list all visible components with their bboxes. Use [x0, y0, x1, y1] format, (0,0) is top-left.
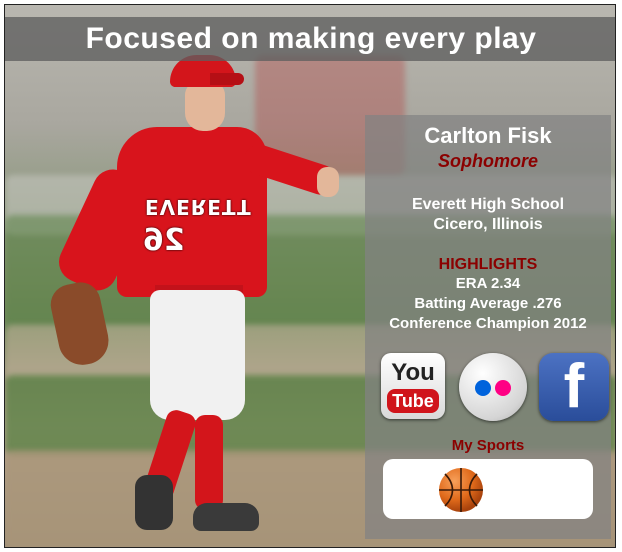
player-sock-right — [195, 415, 223, 510]
sports-list — [383, 459, 593, 519]
headline-text: Focused on making every play — [85, 22, 537, 55]
youtube-you-text: You — [391, 359, 435, 386]
highlight-batting-average: Batting Average .276 — [414, 295, 562, 312]
jersey-lettering: EVERETT — [145, 195, 252, 219]
highlights-heading: HIGHLIGHTS — [438, 256, 538, 273]
facebook-f-glyph: f — [563, 352, 585, 421]
flickr-icon[interactable] — [459, 353, 527, 421]
basketball-icon[interactable] — [437, 466, 485, 514]
headline-banner: Focused on making every play — [5, 17, 615, 61]
player-name: Carlton Fisk — [424, 123, 552, 148]
facebook-icon[interactable]: f — [539, 353, 609, 421]
school-name: Everett High School — [411, 196, 565, 213]
player-shoe-left — [135, 475, 173, 530]
profile-card: EVERETT 26 Focused on making every play … — [4, 4, 616, 548]
flickr-blue-dot — [475, 380, 491, 396]
player-right-hand — [317, 167, 339, 197]
profile-panel: Carlton Fisk Sophomore Everett High Scho… — [365, 115, 611, 539]
player-pants — [150, 290, 245, 420]
my-sports-label: My Sports — [451, 437, 525, 454]
youtube-icon[interactable]: You Tube — [381, 353, 445, 419]
jersey-number: 26 — [143, 223, 185, 258]
player-class-year: Sophomore — [437, 151, 538, 171]
player-face — [185, 81, 225, 131]
highlight-era: ERA 2.34 — [455, 275, 521, 292]
school-location: Cicero, Illinois — [433, 216, 543, 233]
social-links: You Tube f — [375, 353, 609, 423]
highlight-conference-champion: Conference Champion 2012 — [389, 315, 587, 332]
flickr-pink-dot — [495, 380, 511, 396]
youtube-tube-text: Tube — [387, 389, 439, 413]
player-cap-brim — [210, 73, 244, 85]
player-shoe-right — [193, 503, 259, 531]
